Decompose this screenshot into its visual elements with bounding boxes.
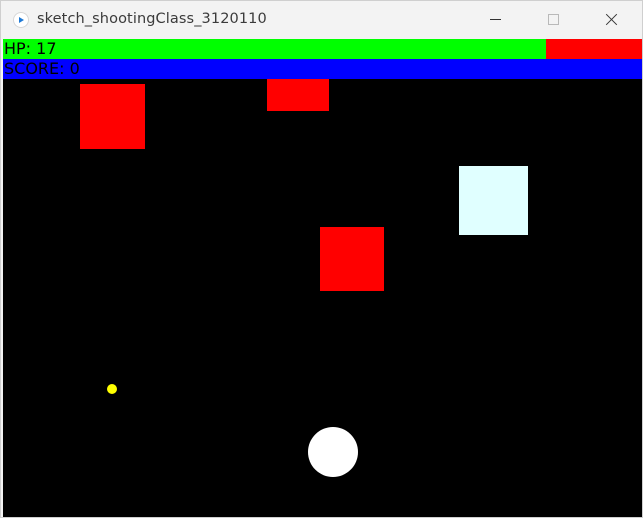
game-canvas[interactable]: HP: 17 SCORE: 0	[3, 39, 642, 517]
hp-bar-fill	[3, 39, 547, 59]
window-title: sketch_shootingClass_3120110	[37, 11, 267, 27]
close-button[interactable]	[582, 1, 640, 38]
enemy-square	[80, 84, 145, 149]
minimize-button[interactable]	[466, 1, 524, 38]
enemy-square	[267, 79, 329, 111]
pickup-square	[459, 166, 528, 235]
hp-bar	[3, 39, 642, 59]
title-bar[interactable]: sketch_shootingClass_3120110	[1, 1, 642, 38]
enemy-square	[320, 227, 384, 291]
player-ship[interactable]	[308, 427, 358, 477]
bullet	[107, 384, 117, 394]
score-label: SCORE: 0	[4, 59, 80, 78]
app-window: sketch_shootingClass_3120110 HP: 17 SCOR…	[0, 0, 643, 518]
maximize-button[interactable]	[524, 1, 582, 38]
processing-app-icon	[13, 12, 29, 28]
score-bar	[3, 59, 642, 79]
hp-label: HP: 17	[4, 39, 57, 58]
